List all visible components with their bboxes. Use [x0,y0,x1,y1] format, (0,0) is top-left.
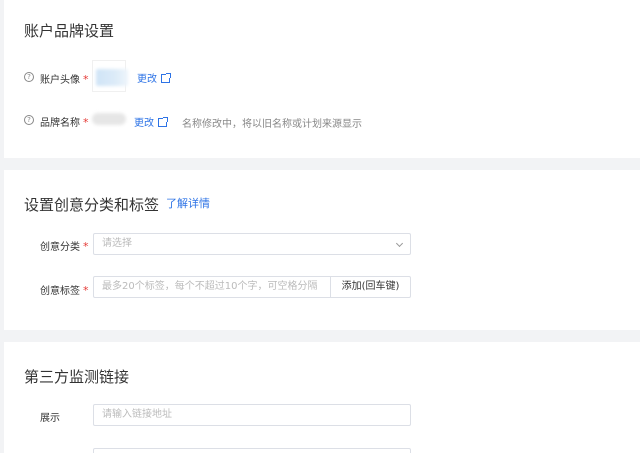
creative-settings-card: 设置创意分类和标签 了解详情 创意分类 * 请选择 创意标签 * 最多20个标签，每… [4,170,640,330]
tags-input[interactable]: 最多20个标签，每个不超过10个字，可空格分隔 [93,276,331,298]
display-link-input[interactable]: 请输入链接地址 [93,404,411,426]
monitor-links-card: 第三方监测链接 展示 请输入链接地址 [4,342,640,453]
required-mark: * [83,240,89,253]
avatar [92,60,128,92]
brand-name-value [92,113,126,125]
required-mark: * [83,116,89,129]
category-select[interactable]: 请选择 [93,233,411,255]
learn-more-link[interactable]: 了解详情 [166,195,210,211]
chevron-down-icon [395,239,404,248]
brand-settings-title: 账户品牌设置 [24,22,115,40]
monitor-links-title: 第三方监测链接 [24,368,130,386]
avatar-edit-link[interactable]: 更改 [137,70,171,85]
external-link-icon [158,117,168,127]
brand-settings-card: 账户品牌设置 ? 账户头像 * 更改 ? 品牌名称 * 更改 名称修改中，将以旧名称… [4,0,640,158]
brand-name-edit-link[interactable]: 更改 [134,114,168,129]
link-input-partial[interactable] [93,448,411,453]
required-mark: * [83,73,89,86]
avatar-image [96,69,128,86]
display-label: 展示 [40,413,60,424]
avatar-label: 账户头像 * [40,73,89,86]
brand-name-hint: 名称修改中，将以旧名称或计划来源显示 [182,119,362,130]
help-circle-icon[interactable]: ? [24,72,34,82]
required-mark: * [83,284,89,297]
help-circle-icon[interactable]: ? [24,115,34,125]
external-link-icon [161,73,171,83]
add-tag-button[interactable]: 添加(回车键) [331,276,411,298]
creative-settings-title: 设置创意分类和标签 [24,196,160,214]
category-label: 创意分类 * [40,240,89,253]
tags-label: 创意标签 * [40,284,89,297]
brand-name-label: 品牌名称 * [40,116,89,129]
